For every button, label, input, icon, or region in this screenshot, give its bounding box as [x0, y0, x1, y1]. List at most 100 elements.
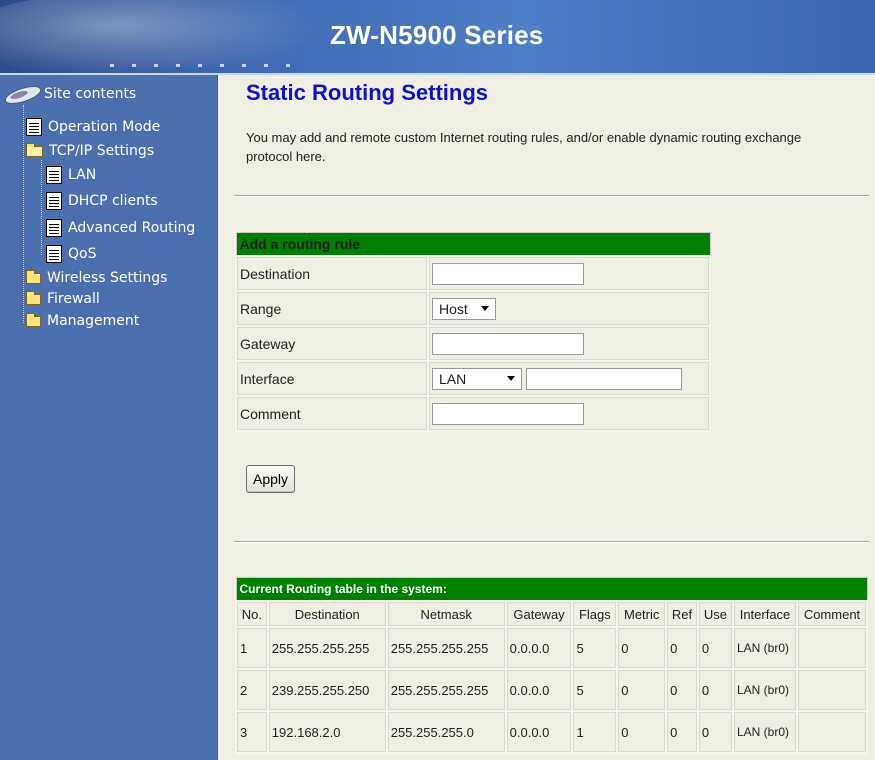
sidebar-item-label: Wireless Settings — [47, 270, 168, 286]
range-label: Range — [235, 290, 429, 327]
sidebar-item-label: QoS — [68, 246, 97, 262]
cell-comment — [796, 626, 868, 670]
destination-label: Destination — [235, 255, 429, 292]
site-tree: Site contents Operation Mode TCP/IP Sett… — [0, 75, 217, 760]
cell-netmask: 255.255.255.0 — [385, 710, 507, 754]
cell-use: 0 — [696, 626, 735, 670]
routing-table: Current Routing table in the system: No.… — [235, 577, 868, 754]
cell-interface: LAN (br0) — [732, 668, 798, 712]
interface-custom-input[interactable] — [525, 367, 682, 390]
dropdown-arrow-icon — [481, 306, 489, 311]
comment-cell — [427, 395, 711, 432]
cell-metric: 0 — [616, 710, 668, 754]
cell-use: 0 — [696, 710, 735, 754]
sidebar-item-label: Operation Mode — [48, 119, 161, 135]
sidebar-root-site-contents[interactable]: Site contents — [4, 84, 136, 104]
sidebar-item-wireless-settings[interactable]: Wireless Settings — [26, 269, 168, 286]
column-header: Metric — [616, 600, 668, 628]
range-selected-value: Host — [439, 300, 468, 317]
column-header: Comment — [796, 600, 868, 628]
cell-comment — [796, 668, 868, 712]
sidebar-item-label: Management — [47, 313, 140, 329]
banner-dots-graphic — [110, 64, 300, 67]
cell-metric: 0 — [616, 668, 668, 712]
cell-flags: 1 — [571, 710, 619, 754]
table-header-row: No. Destination Netmask Gateway Flags Me… — [235, 600, 868, 628]
destination-cell — [427, 255, 711, 292]
cell-no: 1 — [235, 626, 269, 670]
cell-use: 0 — [696, 668, 735, 712]
column-header: Use — [696, 600, 735, 628]
cell-gateway: 0.0.0.0 — [504, 668, 574, 712]
sidebar-item-label: TCP/IP Settings — [49, 143, 155, 159]
sidebar-item-label: Firewall — [47, 291, 100, 307]
dropdown-arrow-icon — [507, 376, 515, 381]
network-globe-icon — [4, 84, 42, 104]
sidebar-root-label: Site contents — [44, 86, 137, 102]
sidebar-item-qos[interactable]: QoS — [46, 245, 96, 263]
column-header: Gateway — [504, 600, 574, 628]
page-description: You may add and remote custom Internet r… — [246, 130, 802, 164]
open-folder-icon — [26, 142, 43, 157]
column-header: Interface — [732, 600, 798, 628]
document-icon — [46, 245, 62, 263]
sidebar-item-dhcp-clients[interactable]: DHCP clients — [46, 192, 158, 210]
column-header: No. — [235, 600, 269, 628]
header-banner: ZW-N5900 Series — [0, 0, 875, 75]
comment-input[interactable] — [432, 402, 584, 425]
cell-interface: LAN (br0) — [732, 626, 798, 670]
range-select[interactable]: Host — [432, 297, 496, 320]
sidebar-item-label: Advanced Routing — [68, 220, 196, 236]
cell-flags: 5 — [571, 626, 619, 670]
sidebar-nav: Site contents Operation Mode TCP/IP Sett… — [0, 75, 218, 760]
gateway-cell — [427, 325, 711, 362]
sidebar-item-label: DHCP clients — [68, 193, 158, 209]
table-row: 1 255.255.255.255 255.255.255.255 0.0.0.… — [235, 626, 868, 670]
folder-icon — [26, 269, 41, 284]
sidebar-item-lan[interactable]: LAN — [46, 166, 96, 184]
cell-destination: 255.255.255.255 — [266, 626, 388, 670]
comment-label: Comment — [235, 395, 429, 432]
document-icon — [46, 192, 62, 210]
main-content: Static Routing Settings You may add and … — [218, 75, 875, 760]
product-title: ZW-N5900 Series — [330, 20, 544, 50]
cell-no: 3 — [235, 710, 269, 754]
table-row: 2 239.255.255.250 255.255.255.255 0.0.0.… — [235, 668, 868, 712]
cell-destination: 192.168.2.0 — [266, 710, 388, 754]
tree-connector-line — [23, 105, 24, 323]
folder-icon — [26, 290, 41, 305]
sidebar-item-advanced-routing[interactable]: Advanced Routing — [46, 219, 195, 237]
divider — [234, 195, 869, 197]
sidebar-item-firewall[interactable]: Firewall — [26, 290, 100, 307]
cell-comment — [796, 710, 868, 754]
folder-icon — [26, 312, 41, 327]
cell-ref: 0 — [665, 710, 699, 754]
cell-destination: 239.255.255.250 — [266, 668, 388, 712]
gateway-label: Gateway — [235, 325, 429, 362]
column-header: Destination — [266, 600, 388, 628]
interface-select[interactable]: LAN — [432, 367, 522, 390]
tree-connector-line — [41, 160, 42, 255]
cell-metric: 0 — [616, 626, 668, 670]
gateway-input[interactable] — [432, 332, 584, 355]
cell-ref: 0 — [665, 668, 699, 712]
table-row: 3 192.168.2.0 255.255.255.0 0.0.0.0 1 0 … — [235, 710, 868, 754]
interface-label: Interface — [235, 360, 429, 397]
divider — [234, 541, 869, 543]
document-icon — [46, 219, 62, 237]
column-header: Flags — [571, 600, 619, 628]
sidebar-item-label: LAN — [68, 167, 97, 183]
section-header-add-rule: Add a routing rule — [235, 232, 711, 257]
cell-flags: 5 — [571, 668, 619, 712]
column-header: Ref — [665, 600, 699, 628]
destination-input[interactable] — [432, 262, 584, 285]
interface-cell: LAN — [427, 360, 711, 397]
cell-interface: LAN (br0) — [732, 710, 798, 754]
sidebar-item-operation-mode[interactable]: Operation Mode — [26, 118, 160, 136]
cell-gateway: 0.0.0.0 — [504, 626, 574, 670]
column-header: Netmask — [385, 600, 507, 628]
apply-button[interactable]: Apply — [246, 465, 296, 493]
sidebar-item-management[interactable]: Management — [26, 312, 140, 329]
document-icon — [26, 118, 42, 136]
sidebar-item-tcpip-settings[interactable]: TCP/IP Settings — [26, 142, 155, 159]
